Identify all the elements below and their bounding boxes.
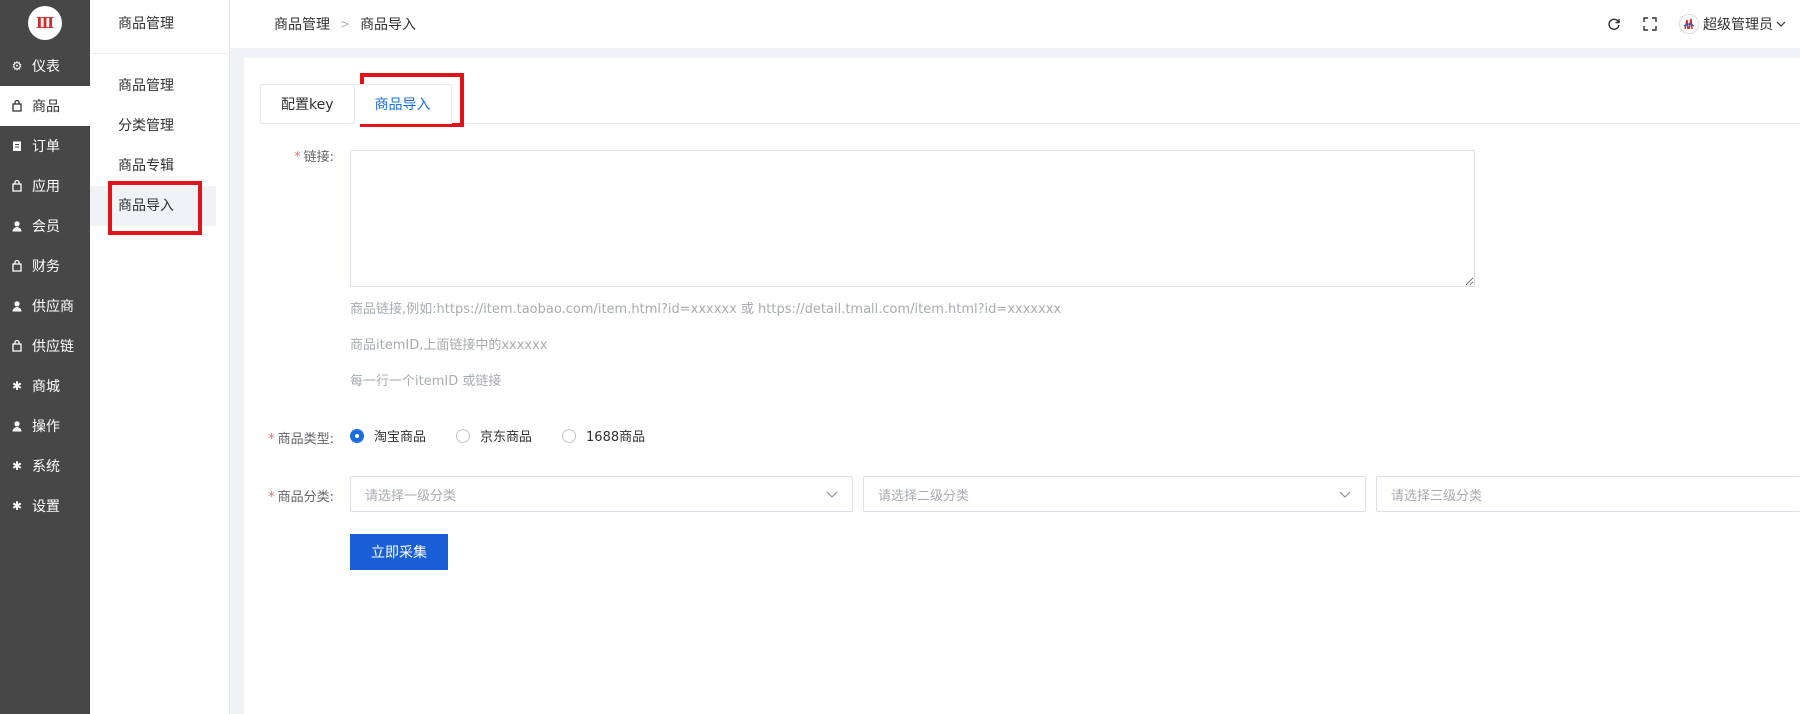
- top-header: 商品管理 > 商品导入 超级管理员: [230, 0, 1800, 48]
- submenu-highlight-box: [108, 181, 202, 235]
- content-gutter: [230, 58, 244, 714]
- category-label: * 商品分类:: [268, 490, 334, 505]
- submenu-item-goods-album[interactable]: 商品专辑: [90, 146, 216, 186]
- submenu: 商品管理 商品管理 分类管理 商品专辑 商品导入: [90, 0, 230, 714]
- dashboard-icon: ⚙: [11, 59, 23, 73]
- link-label: * 链接:: [294, 150, 334, 165]
- clipboard-icon: [10, 139, 24, 153]
- nav-item-suppliers[interactable]: 供应商: [0, 286, 90, 326]
- nav-item-mall[interactable]: ✱ 商城: [0, 366, 90, 406]
- nav-item-label: 会员: [32, 219, 60, 235]
- user-icon: [10, 419, 24, 433]
- bag-icon: [10, 99, 24, 113]
- nav-item-label: 系统: [32, 459, 60, 475]
- nav-item-supply-chain[interactable]: 供应链: [0, 326, 90, 366]
- logo-mark: Ⅲ: [28, 6, 62, 40]
- radio-dot: [562, 428, 577, 443]
- select-placeholder: 请选择二级分类: [878, 488, 970, 504]
- goods-type-radio-group: 淘宝商品 京东商品 1688商品: [350, 426, 675, 445]
- radio-taobao[interactable]: 淘宝商品: [350, 426, 426, 445]
- required-mark: *: [268, 432, 275, 447]
- nav-item-dashboard[interactable]: ⚙ 仪表: [0, 46, 90, 86]
- bag-icon: [10, 259, 24, 273]
- nav-item-label: 供应商: [32, 299, 74, 315]
- required-mark: *: [294, 150, 301, 165]
- breadcrumb-item-current: 商品导入: [360, 17, 417, 33]
- gear-icon: ✱: [11, 499, 23, 513]
- nav-item-apps[interactable]: 应用: [0, 166, 90, 206]
- nav-item-label: 应用: [32, 179, 60, 195]
- type-label: * 商品类型:: [268, 432, 334, 447]
- select-placeholder: 请选择三级分类: [1391, 488, 1483, 504]
- select-placeholder: 请选择一级分类: [365, 488, 457, 504]
- nav-item-label: 商品: [32, 99, 60, 115]
- submenu-item-category-management[interactable]: 分类管理: [90, 106, 216, 146]
- category-select-level-3[interactable]: 请选择三级分类: [1376, 476, 1800, 512]
- tab-goods-import[interactable]: 商品导入: [354, 84, 452, 124]
- nav-item-label: 仪表: [32, 59, 60, 75]
- nav-item-label: 供应链: [32, 339, 74, 355]
- bag-icon: [10, 179, 24, 193]
- nav-item-label: 商城: [32, 379, 60, 395]
- required-mark: *: [268, 490, 275, 505]
- collect-now-button[interactable]: 立即采集: [350, 534, 448, 570]
- user-name: 超级管理员: [1703, 17, 1773, 33]
- nav-item-operations[interactable]: 操作: [0, 406, 90, 446]
- chevron-right-icon: >: [340, 17, 351, 31]
- breadcrumb: 商品管理 > 商品导入: [230, 14, 416, 34]
- gear-icon: ✱: [11, 459, 23, 473]
- header-divider: [230, 48, 1800, 58]
- nav-item-members[interactable]: 会员: [0, 206, 90, 246]
- tabs: 配置key 商品导入: [260, 84, 452, 124]
- refresh-icon[interactable]: [1605, 15, 1623, 33]
- nav-item-settings[interactable]: ✱ 设置: [0, 486, 90, 526]
- tabs-divider: [260, 123, 1800, 124]
- hint-one-per-line: 每一行一个itemID 或链接: [350, 374, 502, 389]
- link-textarea[interactable]: [350, 150, 1475, 287]
- user-icon: [10, 299, 24, 313]
- fullscreen-icon[interactable]: [1641, 15, 1659, 33]
- tab-config-key[interactable]: 配置key: [260, 84, 355, 124]
- radio-jd[interactable]: 京东商品: [456, 426, 532, 445]
- user-icon: [10, 219, 24, 233]
- nav-item-label: 操作: [32, 419, 60, 435]
- category-select-level-2[interactable]: 请选择二级分类: [863, 476, 1366, 512]
- main-nav: Ⅲ ⚙ 仪表 商品 订单 应用 会员 财务 供应商 供应链 ✱ 商城 操作 ✱ …: [0, 0, 90, 714]
- radio-1688[interactable]: 1688商品: [562, 426, 645, 445]
- bag-icon: [10, 339, 24, 353]
- hint-item-id: 商品itemID,上面链接中的xxxxxx: [350, 338, 548, 353]
- nav-item-goods[interactable]: 商品: [0, 86, 90, 126]
- nav-item-label: 订单: [32, 139, 60, 155]
- gear-icon: ✱: [11, 379, 23, 393]
- category-select-level-1[interactable]: 请选择一级分类: [350, 476, 853, 512]
- submenu-title: 商品管理: [90, 0, 229, 54]
- submenu-item-goods-management[interactable]: 商品管理: [90, 66, 216, 106]
- radio-dot: [456, 428, 471, 443]
- main-panel: 配置key 商品导入 * 链接: 商品链接,例如:https://item.tao…: [244, 68, 1800, 714]
- chevron-down-icon: [826, 487, 838, 501]
- nav-item-system[interactable]: ✱ 系统: [0, 446, 90, 486]
- nav-item-label: 设置: [32, 499, 60, 515]
- radio-dot: [350, 428, 364, 443]
- nav-item-label: 财务: [32, 259, 60, 275]
- chevron-down-icon: [1339, 487, 1351, 501]
- avatar: [1679, 14, 1699, 34]
- nav-item-orders[interactable]: 订单: [0, 126, 90, 166]
- nav-item-finance[interactable]: 财务: [0, 246, 90, 286]
- chevron-down-icon: [1776, 19, 1786, 30]
- logo[interactable]: Ⅲ: [0, 0, 90, 46]
- user-menu[interactable]: 超级管理员: [1679, 14, 1786, 34]
- breadcrumb-item[interactable]: 商品管理: [274, 14, 330, 34]
- hint-link-example: 商品链接,例如:https://item.taobao.com/item.htm…: [350, 302, 1062, 317]
